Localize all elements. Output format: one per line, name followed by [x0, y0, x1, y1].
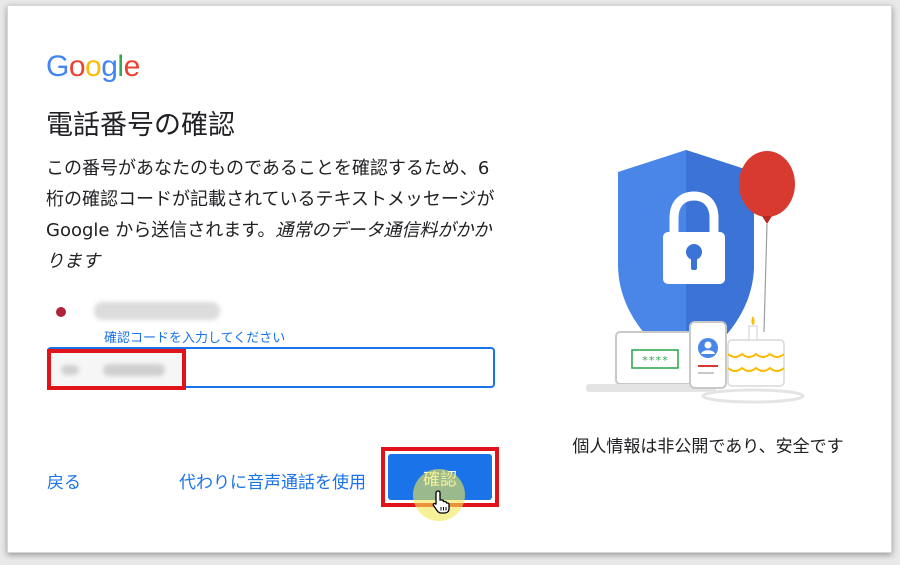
logo-letter: o: [68, 50, 86, 83]
redacted-prefix: [61, 365, 79, 375]
logo-letter: g: [101, 50, 118, 83]
phone-status-dot: [56, 307, 66, 317]
code-prefix-highlight: [47, 349, 186, 390]
laptop-screen-text: ****: [642, 354, 669, 367]
verification-card: Google 電話番号の確認 この番号があなたのものであることを確認するため、6…: [7, 5, 892, 553]
page-title: 電話番号の確認: [46, 110, 235, 141]
confirm-button[interactable]: 確認: [388, 454, 492, 500]
description: この番号があなたのものであることを確認するため、6 桁の確認コードが記載されてい…: [46, 153, 496, 277]
logo-letter: G: [46, 50, 69, 83]
code-field-label: 確認コードを入力してください: [100, 327, 290, 346]
redacted-code: [103, 364, 165, 376]
logo-letter: o: [85, 50, 102, 83]
voice-call-link[interactable]: 代わりに音声通話を使用: [179, 468, 366, 493]
privacy-note: 個人情報は非公開であり、安全です: [572, 437, 844, 457]
google-logo: Google: [46, 50, 140, 84]
phone-number-redacted: [94, 302, 220, 320]
phone-icon: [689, 321, 727, 389]
logo-letter: e: [123, 50, 141, 83]
security-illustration: ****: [586, 150, 805, 404]
confirm-button-highlight: 確認: [381, 447, 499, 507]
back-link[interactable]: 戻る: [47, 468, 81, 493]
